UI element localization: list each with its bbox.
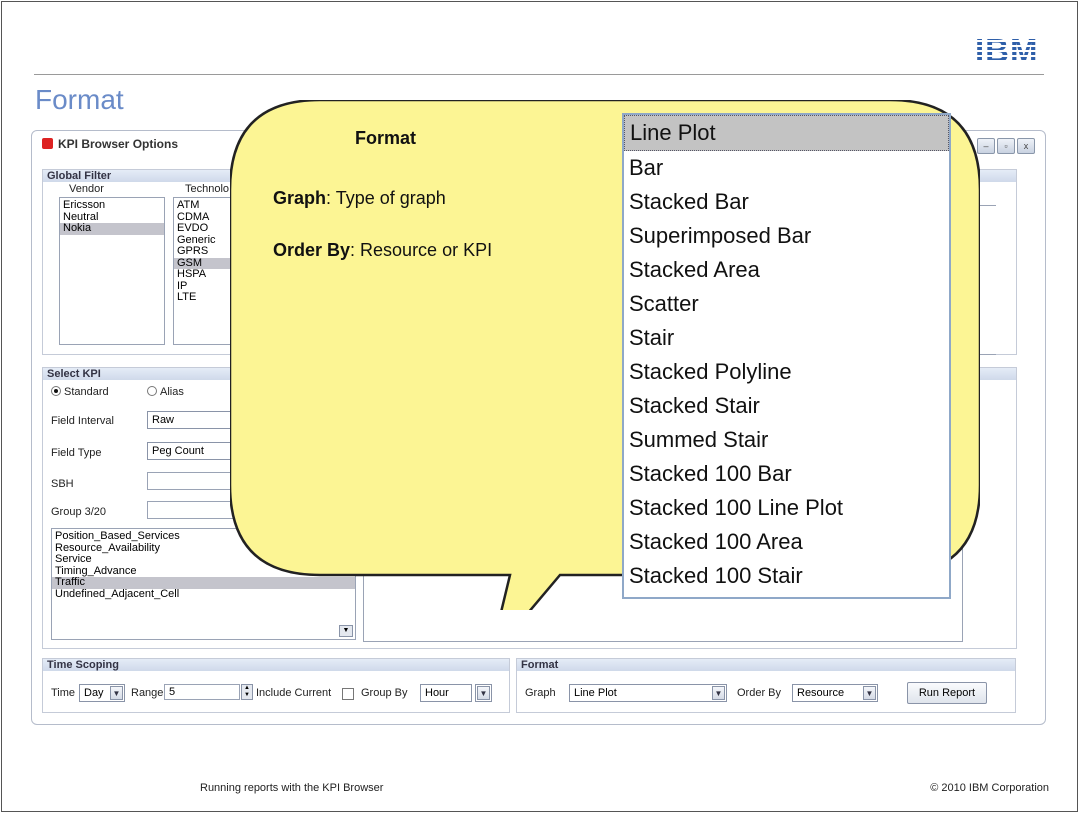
graph-option-stacked-area[interactable]: Stacked Area [624,253,949,287]
callout-order-term: Order By [273,240,351,260]
graph-value: Line Plot [574,687,617,699]
radio-alias-icon[interactable] [147,386,157,396]
radio-standard-icon[interactable] [51,386,61,396]
radio-alias[interactable]: Alias [147,386,184,398]
slide-title: Format [35,84,124,115]
group-label: Group 3/20 [51,506,107,518]
vendor-list[interactable]: Ericsson Neutral Nokia [59,197,165,345]
title-divider [34,74,1044,75]
graph-option-stacked-bar[interactable]: Stacked Bar [624,185,949,219]
list-item[interactable]: Ericsson [60,199,164,212]
order-by-label: Order By [737,687,782,699]
technology-label: Technolo [185,183,230,195]
range-stepper[interactable]: ▲ ▼ [241,684,253,700]
format-header: Format [517,659,1015,671]
range-input[interactable]: 5 [164,684,240,700]
callout-order-desc: : Resource or KPI [350,240,493,260]
window-title-bar: KPI Browser Options [42,137,178,151]
include-current-checkbox[interactable] [342,685,354,703]
graph-option-stair[interactable]: Stair [624,321,949,355]
graph-option-stacked-100-line-plot[interactable]: Stacked 100 Line Plot [624,491,949,525]
include-current-label: Include Current [256,687,332,699]
window-title: KPI Browser Options [58,137,179,151]
chevron-down-icon[interactable]: ▼ [477,686,490,700]
group-by-value: Hour [425,687,449,699]
time-value: Day [84,687,104,699]
maximize-icon[interactable]: ▫ [997,138,1015,154]
order-by-dropdown[interactable]: Resource ▼ [792,684,878,702]
field-type-value: Peg Count [152,445,204,457]
field-interval-value: Raw [152,414,175,426]
range-label: Range [131,687,164,699]
graph-type-popup: Line Plot Bar Stacked Bar Superimposed B… [622,113,951,599]
group-by-label: Group By [361,687,408,699]
close-icon[interactable]: x [1017,138,1035,154]
graph-option-bar[interactable]: Bar [624,151,949,185]
callout-title: Format [355,128,417,148]
field-interval-label: Field Interval [51,415,114,427]
group-field[interactable] [147,501,243,519]
footer-left: Running reports with the KPI Browser [200,782,384,794]
graph-option-stacked-100-area[interactable]: Stacked 100 Area [624,525,949,559]
run-report-button[interactable]: Run Report [907,682,987,704]
radio-standard-label: Standard [64,386,109,398]
list-item-selected[interactable]: Nokia [60,222,164,235]
callout-graph-term: Graph [273,188,327,208]
checkbox-icon[interactable] [342,688,354,700]
graph-option-summed-stair[interactable]: Summed Stair [624,423,949,457]
callout-graph-desc: : Type of graph [326,188,446,208]
graph-option-stacked-100-stair[interactable]: Stacked 100 Stair [624,559,949,593]
scroll-down-icon[interactable]: ▼ [339,625,353,637]
chevron-down-icon[interactable]: ▼ [712,686,725,700]
graph-option-stacked-100-bar[interactable]: Stacked 100 Bar [624,457,949,491]
time-label: Time [51,687,76,699]
graph-option-stacked-stair[interactable]: Stacked Stair [624,389,949,423]
field-interval-dropdown[interactable]: Raw [147,411,243,429]
time-scoping-panel: Time Scoping Time Day ▼ Range 5 ▲ ▼ Includ… [42,658,510,713]
graph-dropdown[interactable]: Line Plot ▼ [569,684,727,702]
graph-option-superimposed-bar[interactable]: Superimposed Bar [624,219,949,253]
chevron-down-icon[interactable]: ▼ [110,686,123,700]
footer-right: © 2010 IBM Corporation [930,782,1049,794]
vendor-label: Vendor [69,183,104,195]
format-panel: Format Graph Line Plot ▼ Order By Resourc… [516,658,1016,713]
time-scoping-header: Time Scoping [43,659,509,671]
sbh-field[interactable] [147,472,243,490]
graph-option-scatter[interactable]: Scatter [624,287,949,321]
graph-option-stacked-polyline[interactable]: Stacked Polyline [624,355,949,389]
group-by-arrow[interactable]: ▼ [475,684,492,702]
order-by-value: Resource [797,687,845,699]
radio-alias-label: Alias [160,386,184,398]
window-controls: – ▫ x [975,136,1035,154]
chevron-down-icon[interactable]: ▼ [863,686,876,700]
field-type-dropdown[interactable]: Peg Count [147,442,243,460]
sbh-label: SBH [51,478,74,490]
ibm-logo: IBM [975,32,1039,69]
field-type-label: Field Type [51,447,102,459]
app-icon [42,138,53,149]
callout-order-line: Order By: Resource or KPI [273,240,492,261]
radio-standard[interactable]: Standard [51,386,109,398]
group-by-dropdown[interactable]: Hour [420,684,472,702]
graph-label: Graph [525,687,556,699]
graph-option-line-plot[interactable]: Line Plot [624,115,949,151]
time-dropdown[interactable]: Day ▼ [79,684,125,702]
callout-graph-line: Graph: Type of graph [273,188,446,209]
